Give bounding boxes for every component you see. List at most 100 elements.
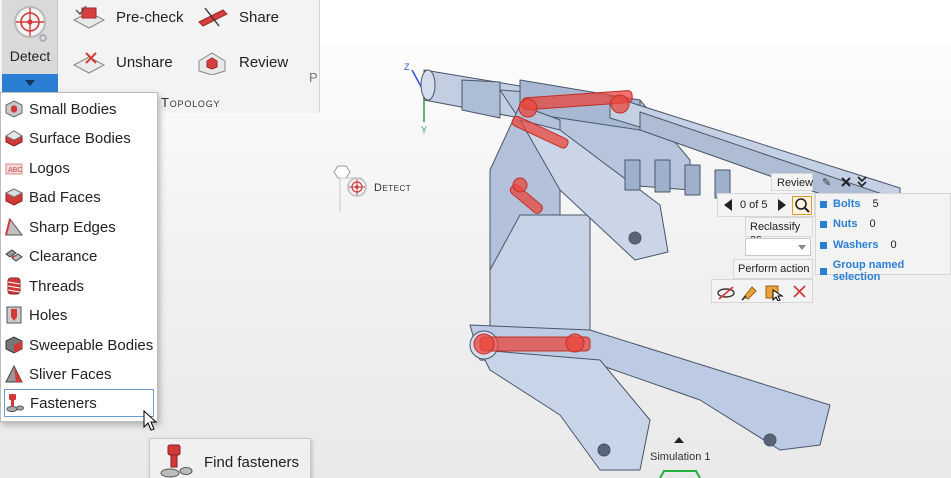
menu-item-label: Surface Bodies [29, 129, 131, 147]
select-icon[interactable] [764, 283, 784, 301]
svg-text:✎: ✎ [822, 177, 831, 189]
stat-value: 0 [869, 218, 876, 230]
logos-icon: ABC [5, 163, 23, 175]
find-fasteners-tooltip: Find fasteners [149, 438, 311, 478]
detect-label: Detect [9, 48, 51, 64]
reclassify-select[interactable] [745, 238, 811, 256]
unshare-button[interactable]: Unshare [72, 49, 173, 75]
chevron-down-icon [798, 245, 806, 250]
menu-item-label: Holes [29, 306, 68, 324]
detect-dropdown-menu: Small Bodies Surface Bodies ABC Logos Ba… [0, 92, 158, 422]
hide-icon[interactable] [716, 283, 736, 301]
sliver-faces-icon [5, 364, 23, 383]
precheck-button[interactable]: Pre-check [72, 4, 184, 30]
stat-bullet [820, 241, 827, 249]
detect-node-label: Detect [374, 182, 412, 194]
ribbon-group-label: e Topology [150, 95, 221, 110]
surface-bodies-icon [4, 130, 24, 147]
ribbon-truncated-label: P [309, 70, 318, 85]
share-label: Share [239, 8, 280, 26]
stat-nuts[interactable]: Nuts 0 [820, 218, 876, 230]
review-label: Review [239, 53, 289, 71]
menu-item-fasteners[interactable]: Fasteners [4, 389, 154, 417]
detect-icon [14, 6, 47, 42]
find-fasteners-icon [160, 444, 193, 478]
bad-faces-icon [4, 188, 24, 206]
zoom-to-button[interactable] [792, 196, 812, 215]
svg-text:Y: Y [421, 125, 427, 135]
stat-value: 0 [890, 239, 897, 251]
clearance-icon [5, 249, 23, 262]
menu-item-label: Clearance [29, 247, 98, 265]
next-arrow-icon[interactable] [776, 198, 788, 212]
review-tab[interactable]: Review [771, 173, 813, 191]
svg-text:ABC: ABC [8, 167, 22, 174]
tooltip-label: Find fasteners [204, 454, 300, 471]
reclassify-label-box: Reclassify as [745, 217, 813, 245]
menu-item-label: Fasteners [30, 394, 97, 412]
share-icon [198, 7, 228, 27]
menu-item-small-bodies[interactable]: Small Bodies [4, 95, 154, 123]
stat-bullet [820, 220, 827, 228]
review-button[interactable]: Review [195, 49, 288, 75]
detect-dropdown-arrow[interactable] [2, 74, 58, 92]
stat-label: Nuts [833, 218, 858, 230]
menu-item-label: Sliver Faces [29, 365, 112, 383]
svg-text:Z: Z [404, 62, 410, 72]
holes-icon [6, 306, 22, 324]
previous-arrow-icon[interactable] [722, 198, 734, 212]
delete-icon[interactable] [790, 283, 810, 301]
review-tab-label: Review [777, 177, 814, 189]
review-counter: 0 of 5 [740, 199, 768, 211]
menu-item-sharp-edges[interactable]: Sharp Edges [4, 213, 154, 241]
stat-bullet [820, 200, 827, 208]
detect-node-icon [347, 177, 367, 197]
fastener-stats-panel: Bolts 5 Nuts 0 Washers 0 Group named select… [815, 193, 951, 283]
ribbon-background [320, 0, 951, 44]
menu-item-label: Sweepable Bodies [29, 336, 154, 354]
stat-bullet [820, 267, 827, 275]
menu-item-label: Threads [29, 277, 85, 295]
mouse-cursor-icon [143, 410, 158, 431]
stat-washers[interactable]: Washers 0 [820, 239, 897, 251]
simulation-label[interactable]: Simulation 1 [650, 451, 711, 463]
menu-item-bad-faces[interactable]: Bad Faces [4, 183, 154, 211]
unshare-label: Unshare [116, 53, 173, 71]
stat-label: Group named selection [832, 259, 905, 283]
menu-item-label: Small Bodies [29, 100, 117, 118]
chevron-down-icon [25, 80, 35, 86]
menu-item-clearance[interactable]: Clearance [4, 242, 154, 270]
fasteners-icon [6, 394, 24, 412]
review-navigation: 0 of 5 [717, 193, 815, 217]
menu-item-logos[interactable]: ABC Logos [4, 154, 154, 182]
stat-bolts[interactable]: Bolts 5 [820, 198, 879, 210]
unshare-icon [72, 52, 106, 74]
paint-icon[interactable] [740, 283, 760, 301]
small-bodies-icon [5, 100, 23, 118]
sharp-edges-icon [5, 217, 23, 236]
action-toolbar [711, 279, 813, 303]
menu-item-surface-bodies[interactable]: Surface Bodies [4, 124, 154, 152]
menu-item-label: Logos [29, 159, 70, 177]
review-icon [198, 52, 226, 75]
precheck-label: Pre-check [116, 8, 184, 26]
menu-item-sweepable-bodies[interactable]: Sweepable Bodies [4, 331, 154, 359]
sweepable-bodies-icon [5, 336, 23, 354]
share-button[interactable]: Share [195, 4, 279, 30]
detect-button[interactable]: Detect [2, 0, 58, 92]
stat-value: 5 [872, 198, 879, 210]
perform-action-label-box: Perform action [733, 259, 813, 279]
perform-action-label: Perform action [738, 263, 810, 275]
magnifier-icon [795, 198, 810, 213]
menu-item-label: Sharp Edges [29, 218, 116, 236]
menu-item-sliver-faces[interactable]: Sliver Faces [4, 360, 154, 388]
menu-item-label: Bad Faces [29, 188, 101, 206]
stat-label: Washers [833, 239, 879, 251]
review-toolbar-icons: ✎ [822, 176, 867, 189]
stat-label: Bolts [833, 198, 861, 210]
menu-item-holes[interactable]: Holes [4, 301, 154, 329]
menu-item-threads[interactable]: Threads [4, 272, 154, 300]
threads-icon [7, 277, 21, 295]
precheck-icon [72, 5, 106, 29]
stat-group-named-selection[interactable]: Group named selection [820, 259, 950, 283]
